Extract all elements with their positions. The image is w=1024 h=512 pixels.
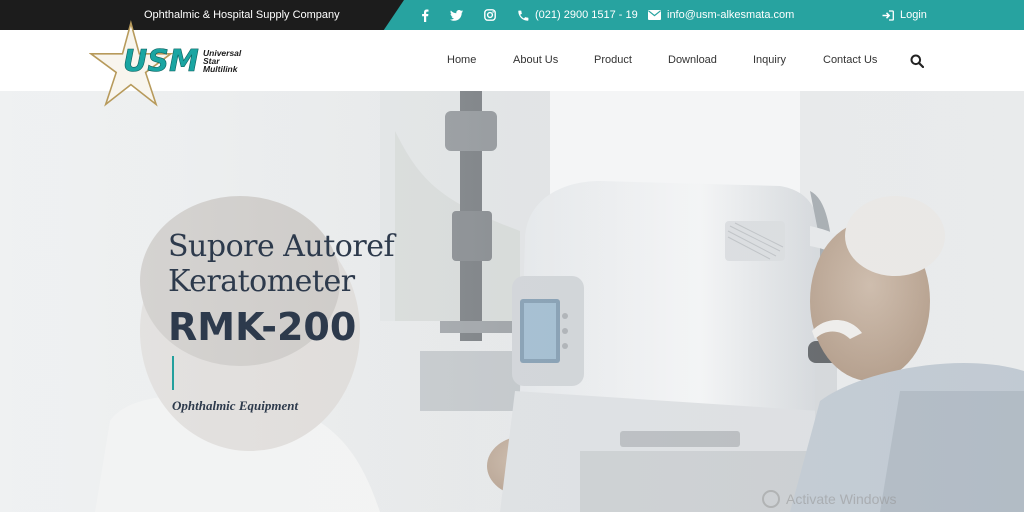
logo-mark: USM	[123, 44, 199, 79]
search-button[interactable]	[910, 54, 925, 69]
watermark-text: Activate Windows	[786, 491, 897, 507]
hero-title-line2: Keratometer	[168, 264, 355, 299]
nav-inquiry[interactable]: Inquiry	[753, 54, 786, 66]
login-label: Login	[900, 9, 927, 21]
instagram-link[interactable]	[484, 0, 496, 30]
login-icon	[882, 9, 894, 21]
nav-download[interactable]: Download	[668, 54, 717, 66]
star-logo-icon: USM Universal Star Multilink	[88, 19, 242, 107]
site-logo[interactable]: USM Universal Star Multilink	[88, 19, 249, 111]
email-address: info@usm-alkesmata.com	[667, 9, 795, 21]
facebook-link[interactable]	[421, 0, 429, 30]
hero-title: Supore Autoref Keratometer	[168, 229, 395, 299]
phone-link[interactable]: (021) 2900 1517 - 19	[518, 0, 638, 30]
login-link[interactable]: Login	[882, 0, 927, 30]
hero-banner: Supore Autoref Keratometer RMK-200 Ophth…	[0, 91, 1024, 512]
hero-title-line1: Supore Autoref	[168, 229, 395, 264]
hero-model-number: RMK-200	[168, 305, 357, 349]
nav-product[interactable]: Product	[594, 54, 632, 66]
hero-accent-line	[172, 356, 174, 390]
twitter-link[interactable]	[450, 0, 463, 30]
instagram-icon	[484, 9, 496, 21]
facebook-icon	[422, 9, 429, 22]
search-icon	[910, 54, 925, 69]
phone-icon	[518, 10, 529, 21]
twitter-icon	[450, 9, 463, 21]
hero-subtitle: Ophthalmic Equipment	[172, 398, 299, 413]
email-link[interactable]: info@usm-alkesmata.com	[648, 0, 794, 30]
envelope-icon	[648, 10, 661, 20]
windows-activation-watermark: Activate Windows	[762, 490, 896, 508]
nav-about-us[interactable]: About Us	[513, 54, 558, 66]
nav-home[interactable]: Home	[447, 54, 476, 66]
windows-icon	[762, 490, 780, 508]
nav-contact-us[interactable]: Contact Us	[823, 54, 877, 66]
hero-background-photo	[0, 91, 1024, 512]
phone-number: (021) 2900 1517 - 19	[535, 9, 638, 21]
logo-line3: Multilink	[203, 64, 239, 74]
